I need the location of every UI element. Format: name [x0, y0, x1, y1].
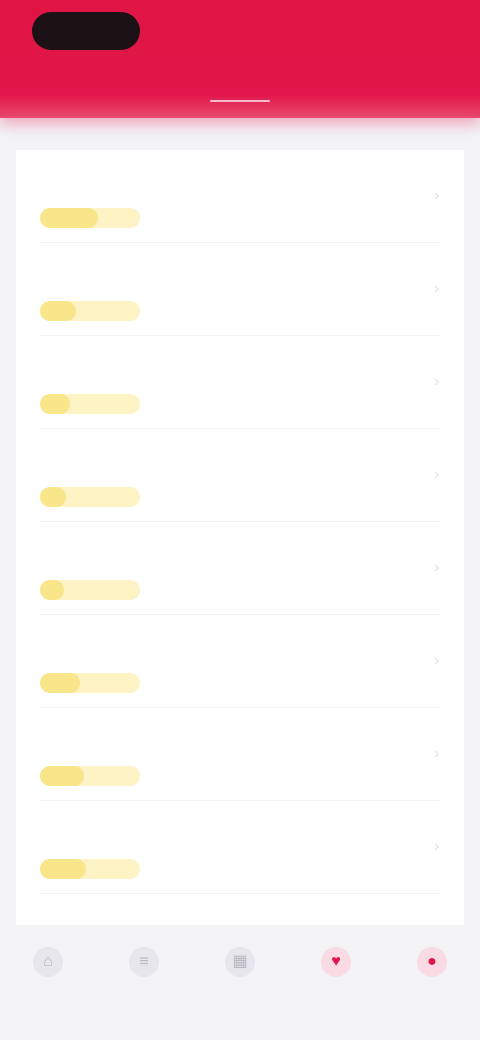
list-item-badge	[40, 766, 140, 786]
list-panel: › › › › › › › ›	[16, 150, 464, 940]
list-item-badge	[40, 580, 140, 600]
chevron-right-icon: ›	[434, 466, 440, 483]
nav-item-list[interactable]: ≡	[96, 939, 192, 1013]
list-item[interactable]: ›	[16, 708, 464, 801]
app-logo[interactable]	[32, 12, 140, 50]
list-item-badge	[40, 859, 140, 879]
chevron-right-icon: ›	[434, 373, 440, 390]
list-item[interactable]: ›	[16, 801, 464, 894]
chevron-right-icon: ›	[434, 187, 440, 204]
active-tab-indicator	[210, 100, 270, 102]
header-tab[interactable]	[190, 76, 290, 100]
list-item-badge-fill	[40, 394, 70, 414]
list-item-badge	[40, 394, 140, 414]
chevron-right-icon: ›	[434, 745, 440, 762]
list-icon: ≡	[129, 947, 159, 977]
app-header	[0, 0, 480, 118]
home-icon: ⌂	[33, 947, 63, 977]
chevron-right-icon: ›	[434, 280, 440, 297]
heart-icon: ♥	[321, 947, 351, 977]
list-item-badge-fill	[40, 859, 86, 879]
chevron-right-icon: ›	[434, 652, 440, 669]
list-item-badge	[40, 673, 140, 693]
header-action-button[interactable]	[350, 20, 450, 42]
nav-item-heart[interactable]: ♥	[288, 939, 384, 1013]
list-item-badge-fill	[40, 766, 84, 786]
nav-item-user[interactable]: ●	[384, 939, 480, 1013]
list-item-badge	[40, 208, 140, 228]
list-item[interactable]: ›	[16, 243, 464, 336]
user-icon: ●	[417, 947, 447, 977]
list-item[interactable]: ›	[16, 336, 464, 429]
list-item[interactable]: ›	[16, 522, 464, 615]
list-item-badge	[40, 301, 140, 321]
bottom-navigation: ⌂ ≡ ▦ ♥ ●	[0, 925, 480, 1040]
chevron-right-icon: ›	[434, 838, 440, 855]
list-item[interactable]: ›	[16, 429, 464, 522]
list-item[interactable]: ›	[16, 615, 464, 708]
divider	[40, 893, 440, 894]
list-item-badge-fill	[40, 580, 64, 600]
list-item[interactable]: ›	[16, 150, 464, 243]
list-item-badge-fill	[40, 673, 80, 693]
nav-item-home[interactable]: ⌂	[0, 939, 96, 1013]
grid-icon: ▦	[225, 947, 255, 977]
list-item-badge-fill	[40, 208, 98, 228]
list-item-badge	[40, 487, 140, 507]
chevron-right-icon: ›	[434, 559, 440, 576]
list-item-badge-fill	[40, 487, 66, 507]
list-item-badge-fill	[40, 301, 76, 321]
nav-item-grid[interactable]: ▦	[192, 939, 288, 1013]
